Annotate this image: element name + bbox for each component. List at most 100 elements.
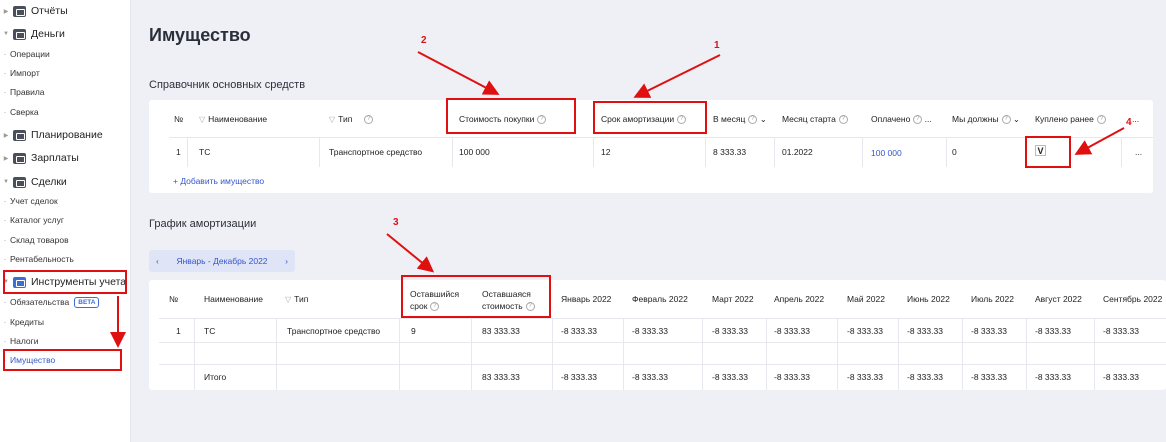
wallet-icon — [13, 28, 26, 40]
col-month-header: Февраль 2022 — [632, 294, 688, 304]
cell-num: 1 — [176, 147, 181, 157]
col-month-header: Сентябрь 2022 — [1103, 294, 1163, 304]
sidebar-item-planning[interactable]: ▶ Планирование — [0, 126, 103, 144]
planning-icon — [13, 129, 26, 141]
sidebar-item-reports[interactable]: ▶ Отчёты — [0, 2, 68, 20]
sidebar-item-obligations[interactable]: · Обязательства BETA — [0, 293, 100, 311]
highlight-depreciation-period — [593, 101, 707, 134]
sidebar-item-import[interactable]: · Импорт — [0, 64, 40, 82]
col-num-header: № — [169, 294, 179, 304]
total-month-value: -8 333.33 — [1103, 372, 1139, 382]
annotation-number: 4 — [1126, 117, 1132, 128]
col-bought-before-header: Куплено ранее? — [1035, 114, 1106, 125]
highlight-property — [3, 349, 122, 371]
add-asset-link[interactable]: + Добавить имущество — [173, 176, 264, 186]
cell-start-month[interactable]: 01.2022 — [782, 147, 813, 157]
col-name-header[interactable]: ▽ Наименование — [199, 114, 267, 124]
sidebar: ▶ Отчёты ▼ Деньги · Операции · Импорт · Пра… — [0, 0, 131, 442]
chart-icon — [13, 5, 26, 17]
chevron-left-icon[interactable]: ‹ — [156, 256, 159, 266]
sidebar-item-deal-accounting[interactable]: · Учет сделок — [0, 192, 58, 210]
col-num-header: № — [174, 114, 184, 124]
cell-month-value: -8 333.33 — [561, 326, 597, 336]
help-icon[interactable]: ? — [1001, 115, 1011, 125]
collapse-triangle-icon: ▼ — [3, 31, 9, 37]
col-month-header: Январь 2022 — [561, 294, 612, 304]
col-we-owe-header: Мы должны? ⌄ — [952, 114, 1020, 125]
total-month-value: -8 333.33 — [712, 372, 748, 382]
col-month-header: Май 2022 — [847, 294, 885, 304]
expand-triangle-icon: ▶ — [3, 155, 9, 162]
cell-we-owe: 0 — [952, 147, 957, 157]
help-icon[interactable]: ? — [838, 115, 848, 125]
sidebar-item-reconciliation[interactable]: · Сверка — [0, 103, 39, 121]
arrow-1 — [633, 54, 721, 98]
schedule-section-title: График амортизации — [149, 218, 257, 230]
total-month-value: -8 333.33 — [847, 372, 883, 382]
col-month-header: Июнь 2022 — [907, 294, 950, 304]
arrow-2 — [417, 51, 500, 95]
col-month-header: Август 2022 — [1035, 294, 1082, 304]
assets-section-title: Справочник основных средств — [149, 79, 306, 91]
annotation-number: 2 — [421, 35, 427, 46]
cell-num: 1 — [176, 326, 181, 336]
col-paid-header: Оплачено? ... — [871, 114, 932, 125]
total-month-value: -8 333.33 — [774, 372, 810, 382]
cell-remaining-term: 9 — [411, 326, 416, 336]
col-month-header: Июль 2022 — [971, 294, 1014, 304]
cell-month-value: -8 333.33 — [971, 326, 1007, 336]
sidebar-item-rules[interactable]: · Правила — [0, 83, 45, 101]
person-icon — [13, 152, 26, 164]
col-month-header: Апрель 2022 — [774, 294, 825, 304]
filter-icon[interactable]: ▽ — [199, 115, 205, 124]
cell-month-value: -8 333.33 — [774, 326, 810, 336]
cell-month-value: -8 333.33 — [847, 326, 883, 336]
sidebar-item-deals[interactable]: ▼ Сделки — [0, 173, 67, 191]
sidebar-item-money[interactable]: ▼ Деньги — [0, 25, 65, 43]
expand-triangle-icon: ▶ — [3, 132, 9, 139]
col-type-header[interactable]: ▽ Тип — [285, 294, 308, 304]
highlight-bought-before — [1025, 136, 1071, 168]
cell-name: ТС — [204, 326, 216, 336]
schedule-table-card: № Наименование ▽ Тип Оставшийся срок? Оста… — [149, 280, 1166, 390]
cell-purchase-cost[interactable]: 100 000 — [459, 147, 490, 157]
arrow-3 — [386, 233, 435, 273]
total-month-value: -8 333.33 — [561, 372, 597, 382]
filter-icon[interactable]: ▽ — [329, 115, 335, 124]
sidebar-item-salaries[interactable]: ▶ Зарплаты — [0, 149, 79, 167]
help-icon[interactable]: ? — [748, 115, 758, 125]
filter-icon[interactable]: ▽ — [285, 295, 291, 304]
sidebar-item-warehouse[interactable]: · Склад товаров — [0, 231, 69, 249]
cell-month-value: -8 333.33 — [1035, 326, 1071, 336]
help-icon[interactable]: ? — [364, 115, 374, 125]
annotation-number: 1 — [714, 40, 720, 51]
col-month-header: Март 2022 — [712, 294, 754, 304]
row-more-button[interactable]: ... — [1135, 147, 1142, 157]
expand-triangle-icon: ▶ — [3, 8, 9, 15]
cell-month-value: -8 333.33 — [907, 326, 943, 336]
briefcase-icon — [13, 176, 26, 188]
help-icon[interactable]: ? — [913, 115, 923, 125]
collapse-triangle-icon: ▼ — [3, 179, 9, 185]
highlight-remaining-columns — [401, 275, 551, 318]
page-title: Имущество — [149, 25, 251, 45]
col-name-header: Наименование — [204, 294, 263, 304]
total-month-value: -8 333.33 — [971, 372, 1007, 382]
col-more-header[interactable]: ... — [1132, 114, 1139, 124]
sidebar-item-services-catalog[interactable]: · Каталог услуг — [0, 211, 64, 229]
sidebar-item-credits[interactable]: · Кредиты — [0, 313, 44, 331]
sidebar-item-profitability[interactable]: · Рентабельность — [0, 250, 74, 268]
sidebar-item-operations[interactable]: · Операции — [0, 45, 50, 63]
col-type-header[interactable]: ▽ Тип? — [329, 114, 374, 125]
highlight-purchase-cost — [446, 98, 576, 134]
cell-type[interactable]: Транспортное средство — [329, 147, 422, 157]
cell-paid-link[interactable]: 100 000 — [871, 148, 902, 158]
chevron-right-icon[interactable]: › — [285, 256, 288, 266]
cell-name[interactable]: ТС — [199, 147, 210, 157]
sidebar-item-taxes[interactable]: · Налоги — [0, 332, 39, 350]
period-selector[interactable]: ‹ Январь - Декабрь 2022 › — [149, 250, 295, 272]
highlight-accounting-tools — [3, 270, 127, 294]
cell-depreciation-period[interactable]: 12 — [601, 147, 610, 157]
total-month-value: -8 333.33 — [1035, 372, 1071, 382]
help-icon[interactable]: ? — [1096, 115, 1106, 125]
